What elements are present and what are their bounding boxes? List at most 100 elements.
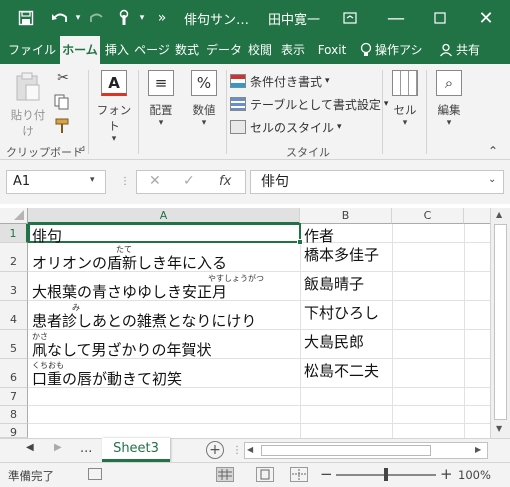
cut-icon[interactable]: ✂ <box>54 70 72 88</box>
zoom-slider-thumb[interactable] <box>384 468 388 481</box>
cells-button[interactable]: セル ▾ <box>386 70 424 128</box>
horizontal-scrollbar[interactable]: ◀ ▶ <box>244 442 488 459</box>
column-header-a[interactable]: A <box>28 208 300 224</box>
tab-data[interactable]: データ <box>204 36 244 64</box>
scroll-left-icon[interactable]: ◀ <box>247 445 253 454</box>
user-name[interactable]: 田中寛一 <box>264 0 324 36</box>
furigana: たて <box>116 245 132 254</box>
page-break-view-icon[interactable] <box>290 467 308 482</box>
row-header[interactable]: 3 <box>0 272 28 301</box>
number-button[interactable]: % 数値 ▾ <box>184 70 224 128</box>
zoom-out-icon[interactable]: − <box>320 465 333 483</box>
new-sheet-icon[interactable]: + <box>206 441 224 459</box>
vertical-scrollbar[interactable]: ▲ ▼ <box>490 208 510 438</box>
tab-foxit[interactable]: Foxit <box>310 36 354 64</box>
gridline <box>392 224 393 438</box>
more-sheets-ellipsis[interactable]: ... <box>80 441 92 456</box>
tab-file[interactable]: ファイル <box>6 36 58 64</box>
scroll-up-icon[interactable]: ▲ <box>496 210 502 219</box>
lightbulb-icon <box>358 36 374 64</box>
cell-haiku[interactable]: 口重の唇が動きて初笑 <box>32 368 182 389</box>
undo-icon[interactable] <box>48 0 72 36</box>
customize-qat-icon[interactable]: » <box>152 0 172 36</box>
number-label: 数値 <box>192 103 216 117</box>
zoom-level[interactable]: 100% <box>458 468 491 482</box>
row-header[interactable]: 5 <box>0 330 28 359</box>
close-icon[interactable]: ✕ <box>466 0 506 36</box>
tab-page[interactable]: ページ <box>134 36 170 64</box>
cell-haiku[interactable]: 凧なして男ざかりの年賀状 <box>32 339 212 360</box>
prev-sheet-icon[interactable]: ◀ <box>26 442 34 453</box>
cell-author[interactable]: 下村ひろし <box>304 302 379 323</box>
copy-icon[interactable] <box>54 94 72 112</box>
horizontal-scroll-thumb[interactable] <box>261 445 431 456</box>
cell-a1[interactable]: 俳句 <box>32 225 62 246</box>
column-header-b[interactable]: B <box>300 208 392 224</box>
tab-home[interactable]: ホーム <box>60 36 100 64</box>
restore-icon[interactable] <box>420 0 460 36</box>
clipboard-group-label: クリップボード <box>6 146 83 159</box>
next-sheet-icon[interactable]: ▶ <box>54 442 62 453</box>
cell-styles-button[interactable]: セルのスタイル ▾ <box>230 118 342 136</box>
cell-author[interactable]: 松島不二夫 <box>304 360 379 381</box>
scroll-right-icon[interactable]: ▶ <box>475 445 481 454</box>
format-as-table-button[interactable]: テーブルとして書式設定 ▾ <box>230 95 388 113</box>
select-all-corner[interactable] <box>0 208 28 224</box>
alignment-label: 配置 <box>149 103 173 117</box>
tab-insert[interactable]: 挿入 <box>100 36 134 64</box>
row-header[interactable]: 9 <box>0 424 28 438</box>
expand-formula-bar-icon[interactable]: ⌄ <box>488 174 496 185</box>
undo-dropdown-icon[interactable]: ▾ <box>72 0 84 36</box>
format-painter-icon[interactable] <box>54 118 72 136</box>
row-header[interactable]: 1 <box>0 224 28 243</box>
gridline <box>28 405 490 406</box>
sheet-tab-sheet3[interactable]: Sheet3 <box>102 438 170 462</box>
collapse-ribbon-icon[interactable]: ⌃ <box>488 144 498 158</box>
ribbon-display-icon[interactable] <box>338 0 362 36</box>
normal-view-icon[interactable] <box>216 467 234 482</box>
tab-formulas[interactable]: 数式 <box>170 36 204 64</box>
cell-author[interactable]: 大島民郎 <box>304 331 364 352</box>
cell-styles-label: セルのスタイル <box>250 120 335 135</box>
formula-bar-grip-icon: ⋮ <box>120 176 130 187</box>
minimize-icon[interactable]: — <box>376 0 416 36</box>
conditional-formatting-button[interactable]: 条件付き書式 ▾ <box>230 72 330 90</box>
row-header[interactable]: 7 <box>0 388 28 406</box>
save-icon[interactable] <box>14 0 38 36</box>
column-header-c[interactable]: C <box>392 208 464 224</box>
row-header[interactable]: 6 <box>0 359 28 388</box>
tab-review[interactable]: 校閲 <box>244 36 276 64</box>
page-layout-view-icon[interactable] <box>256 467 274 482</box>
formula-input[interactable]: 俳句 <box>250 170 504 194</box>
column-header-blank[interactable] <box>464 208 490 224</box>
fill-handle[interactable] <box>297 239 303 245</box>
scroll-down-icon[interactable]: ▼ <box>496 424 502 433</box>
share-button[interactable]: 共有 <box>456 36 492 64</box>
tab-view[interactable]: 表示 <box>276 36 310 64</box>
paste-button: 貼り付け <box>6 72 50 139</box>
editing-button[interactable]: ⌕ 編集 ▾ <box>430 70 468 128</box>
row-header[interactable]: 4 <box>0 301 28 330</box>
status-bar: 準備完了 − + 100% <box>0 462 510 487</box>
cell-author[interactable]: 橋本多佳子 <box>304 244 379 265</box>
cell-author[interactable]: 飯島晴子 <box>304 273 364 294</box>
cell-haiku[interactable]: 患者診しあとの雑煮となりにけり <box>32 310 256 331</box>
zoom-in-icon[interactable]: + <box>440 465 453 483</box>
tell-me-box[interactable]: 操作アシ <box>375 36 431 64</box>
font-button[interactable]: A フォント ▾ <box>92 70 136 144</box>
alignment-button[interactable]: ≡ 配置 ▾ <box>140 70 182 128</box>
name-box-dropdown-icon[interactable]: ▾ <box>90 175 95 185</box>
touch-dropdown-icon[interactable]: ▾ <box>136 0 148 36</box>
row-header[interactable]: 2 <box>0 243 28 272</box>
macro-record-icon[interactable] <box>88 468 102 480</box>
cell-haiku[interactable]: 大根葉の青さゆゆしき安正月 <box>32 281 227 302</box>
tab-split-grip-icon[interactable]: ⋮ <box>232 445 242 456</box>
touch-mode-icon[interactable] <box>112 0 136 36</box>
formula-buttons: ✕ ✓ fx <box>136 170 246 194</box>
row-header[interactable]: 8 <box>0 406 28 424</box>
cell-haiku[interactable]: オリオンの盾新しき年に入る <box>32 252 227 273</box>
insert-function-icon[interactable]: fx <box>219 174 231 189</box>
vertical-scroll-thumb[interactable] <box>494 224 507 420</box>
clipboard-launcher-icon[interactable]: ⊿ <box>78 144 86 154</box>
cell-b1[interactable]: 作者 <box>304 225 334 246</box>
